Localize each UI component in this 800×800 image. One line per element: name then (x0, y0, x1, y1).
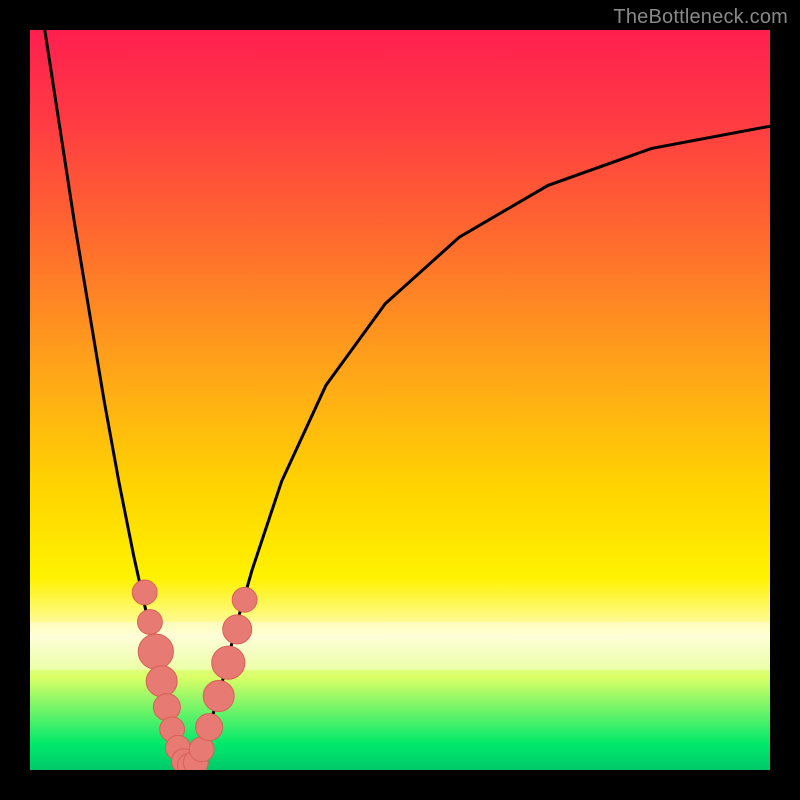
curve-marker (138, 610, 163, 635)
watermark-text: TheBottleneck.com (613, 6, 788, 29)
curve-marker (132, 580, 157, 605)
curve-marker (232, 587, 257, 612)
curve-marker (138, 634, 173, 669)
curve-marker (196, 714, 223, 741)
image-frame: TheBottleneck.com (0, 0, 800, 800)
chart-area (30, 30, 770, 770)
chart-svg (30, 30, 770, 770)
curve-marker (212, 646, 245, 679)
curve-marker (223, 615, 252, 644)
curve-marker (153, 694, 180, 721)
curve-marker (146, 666, 177, 697)
curve-marker (203, 681, 234, 712)
